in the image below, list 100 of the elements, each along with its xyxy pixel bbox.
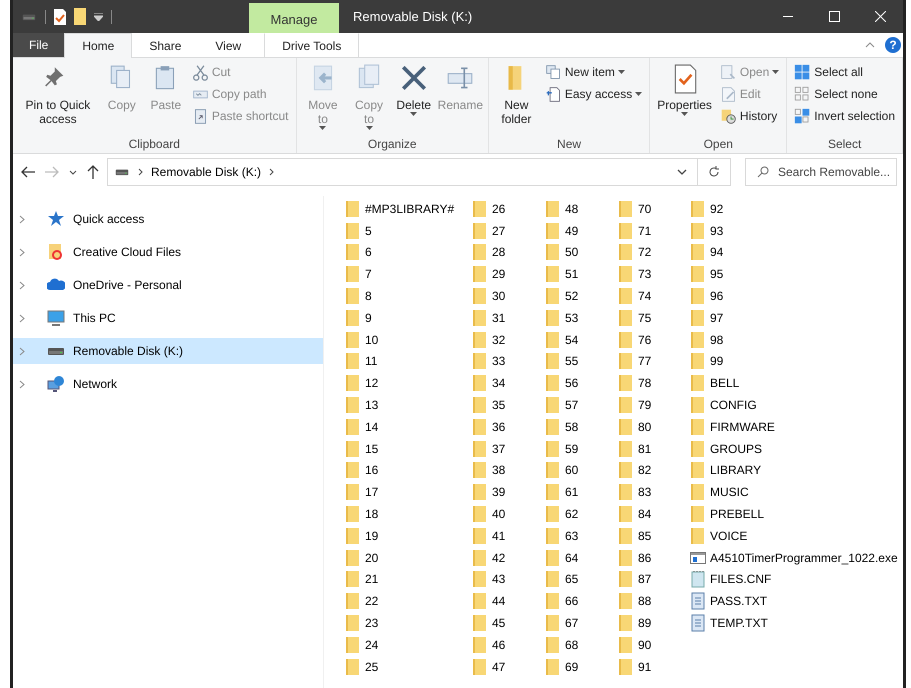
file-item[interactable]: 34 [472,372,545,394]
file-item[interactable]: 62 [545,503,618,525]
file-item[interactable]: 86 [618,546,690,569]
file-item[interactable]: 6 [345,242,472,264]
file-item[interactable]: BELL [690,372,903,394]
file-item[interactable]: 38 [472,460,545,482]
expand-icon[interactable] [19,280,25,290]
ribbon-tab[interactable]: File [13,33,64,57]
file-item[interactable]: 35 [472,394,545,416]
file-item[interactable]: 40 [472,503,545,525]
ribbon-button[interactable]: Properties [654,62,715,135]
file-item[interactable]: 78 [618,372,690,394]
file-item[interactable]: 18 [345,503,472,525]
sidebar-item[interactable]: Creative Cloud Files [13,241,323,263]
file-item[interactable]: 7 [345,263,472,286]
file-item[interactable]: 52 [545,285,618,307]
expand-icon[interactable] [19,214,25,224]
file-item[interactable]: 83 [618,481,690,504]
file-item[interactable]: 54 [545,328,618,351]
file-item[interactable]: 73 [618,263,690,286]
file-item[interactable]: 37 [472,438,545,460]
file-item[interactable]: 42 [472,546,545,569]
file-item[interactable]: 19 [345,524,472,547]
file-item[interactable]: 65 [545,568,618,590]
file-item[interactable]: 99 [690,350,903,372]
ribbon-button[interactable]: Pin to Quick access [17,62,99,135]
up-button[interactable] [85,163,101,181]
file-item[interactable]: 91 [618,656,690,678]
file-item[interactable]: 25 [345,656,472,678]
file-item[interactable]: 89 [618,612,690,634]
file-item[interactable]: 30 [472,285,545,307]
file-item[interactable]: 33 [472,350,545,372]
expand-icon[interactable] [19,346,25,356]
recent-locations-button[interactable] [67,168,79,176]
file-item[interactable]: #MP3LIBRARY# [345,198,472,220]
file-item[interactable]: 8 [345,285,472,307]
file-item[interactable]: 72 [618,242,690,264]
context-tab[interactable]: Manage [249,3,339,33]
file-item[interactable]: 75 [618,306,690,329]
file-item[interactable]: 71 [618,220,690,242]
file-item[interactable]: 11 [345,350,472,372]
ribbon-button[interactable]: Select none [791,84,898,104]
file-item[interactable]: 44 [472,590,545,612]
sidebar-item[interactable]: Removable Disk (K:) [13,338,323,364]
file-item[interactable]: 28 [472,242,545,264]
file-item[interactable]: 74 [618,285,690,307]
ribbon-button[interactable]: Select all [791,62,898,82]
file-item[interactable]: FIRMWARE [690,416,903,438]
file-item[interactable]: 69 [545,656,618,678]
expand-icon[interactable] [19,314,25,322]
search-field[interactable]: Search Removable... [745,158,897,186]
file-item[interactable]: 24 [345,634,472,656]
file-item[interactable]: 31 [472,306,545,329]
file-item[interactable]: 48 [545,198,618,220]
file-item[interactable]: 77 [618,350,690,372]
file-item[interactable]: 98 [690,328,903,351]
file-item[interactable]: 36 [472,416,545,438]
file-item[interactable]: 97 [690,306,903,329]
file-item[interactable]: 87 [618,568,690,590]
dropdown-icon[interactable] [677,169,687,175]
file-item[interactable]: 59 [545,438,618,460]
file-item[interactable]: 17 [345,481,472,504]
ribbon-tab[interactable]: Share [132,33,198,57]
file-item[interactable]: 85 [618,524,690,547]
ribbon-tab[interactable]: Drive Tools [264,33,360,57]
file-item[interactable]: 12 [345,372,472,394]
file-item[interactable]: 26 [472,198,545,220]
collapse-ribbon-icon[interactable] [865,42,875,48]
breadcrumb[interactable]: Removable Disk (K:) [151,165,262,179]
file-item[interactable]: PREBELL [690,503,903,525]
file-item[interactable]: 84 [618,503,690,525]
file-item[interactable]: 29 [472,263,545,286]
expand-icon[interactable] [19,248,25,256]
file-item[interactable]: MUSIC [690,481,903,504]
file-item[interactable]: 50 [545,242,618,264]
sidebar-item[interactable]: Network [13,373,323,395]
ribbon-tab[interactable]: View [198,33,258,57]
sidebar-item[interactable]: OneDrive - Personal [13,274,323,296]
file-item[interactable]: 96 [690,285,903,307]
file-item[interactable]: LIBRARY [690,460,903,482]
file-item[interactable]: 76 [618,328,690,351]
file-item[interactable]: 41 [472,524,545,547]
file-item[interactable]: 15 [345,438,472,460]
file-item[interactable]: 95 [690,263,903,286]
file-item[interactable]: 39 [472,481,545,504]
file-item[interactable]: A4510TimerProgrammer_1022.exe [690,546,903,569]
file-item[interactable]: 46 [472,634,545,656]
file-item[interactable]: 9 [345,306,472,329]
properties-icon[interactable] [54,8,66,24]
file-item[interactable]: 53 [545,306,618,329]
ribbon-tab[interactable]: Home [64,33,132,58]
ribbon-button[interactable]: Delete [392,62,435,135]
file-item[interactable]: 27 [472,220,545,242]
ribbon-button[interactable]: Easy access [542,84,646,104]
file-item[interactable]: 90 [618,634,690,656]
file-item[interactable]: 23 [345,612,472,634]
file-item[interactable]: 13 [345,394,472,416]
file-item[interactable]: 14 [345,416,472,438]
file-item[interactable]: 49 [545,220,618,242]
file-item[interactable]: 93 [690,220,903,242]
